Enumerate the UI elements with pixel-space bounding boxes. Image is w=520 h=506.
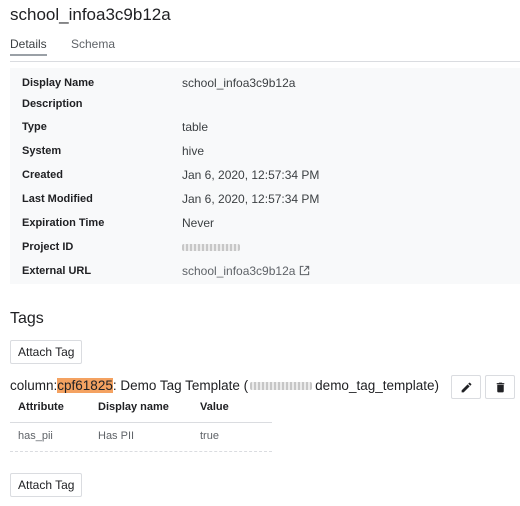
details-panel: Display Name school_infoa3c9b12a Descrip… (10, 68, 520, 284)
detail-value: Never (182, 216, 215, 230)
detail-value: table (182, 120, 209, 134)
detail-value (182, 240, 240, 254)
detail-value: Jan 6, 2020, 12:57:34 PM (182, 192, 320, 206)
detail-row-type: Type table (10, 116, 520, 140)
attach-tag-button[interactable]: Attach Tag (10, 340, 83, 364)
trash-icon (496, 382, 505, 393)
cell-display-name: Has PII (98, 430, 135, 442)
detail-label: Description (22, 98, 83, 110)
tag-column-prefix: column: (10, 378, 58, 393)
tab-details[interactable]: Details (10, 37, 47, 56)
detail-value: school_infoa3c9b12a (182, 264, 310, 278)
external-link-icon (299, 265, 310, 276)
redacted-value (182, 244, 240, 251)
detail-row-project-id: Project ID (10, 236, 520, 260)
detail-row-expiration-time: Expiration Time Never (10, 212, 520, 236)
detail-row-last-modified: Last Modified Jan 6, 2020, 12:57:34 PM (10, 188, 520, 212)
detail-value: Jan 6, 2020, 12:57:34 PM (182, 168, 320, 182)
tab-schema[interactable]: Schema (71, 37, 115, 51)
edit-tag-button[interactable] (451, 375, 481, 399)
tag-template-id: demo_tag_template) (315, 378, 439, 393)
detail-row-description: Description (10, 93, 520, 117)
table-header-row: Attribute Display name Value (10, 398, 272, 423)
detail-label: External URL (22, 265, 92, 277)
external-url-link[interactable]: school_infoa3c9b12a (182, 264, 310, 278)
cell-attribute: has_pii (18, 430, 53, 442)
detail-value: hive (182, 144, 205, 158)
column-header-attribute: Attribute (18, 401, 64, 413)
attach-tag-button[interactable]: Attach Tag (10, 473, 83, 497)
table-row: has_pii Has PII true (10, 423, 272, 452)
detail-value: school_infoa3c9b12a (182, 76, 296, 90)
detail-label: Last Modified (22, 193, 93, 205)
delete-tag-button[interactable] (485, 375, 515, 399)
column-header-value: Value (200, 401, 229, 413)
redacted-project-id (250, 382, 313, 391)
detail-row-external-url: External URL school_infoa3c9b12a (10, 260, 520, 284)
detail-label: Created (22, 169, 63, 181)
tag-title: column:cpf61825: Demo Tag Template ( demo… (10, 378, 439, 393)
page-title: school_infoa3c9b12a (10, 5, 171, 24)
detail-label: Project ID (22, 241, 74, 253)
tag-column-name: cpf61825 (57, 378, 113, 393)
external-url-text: school_infoa3c9b12a (182, 264, 296, 278)
tag-template-label: : Demo Tag Template ( (112, 378, 249, 393)
detail-label: System (22, 145, 62, 157)
detail-row-created: Created Jan 6, 2020, 12:57:34 PM (10, 164, 520, 188)
detail-label: Type (22, 121, 47, 133)
detail-label: Display Name (22, 77, 95, 89)
pencil-icon (461, 382, 472, 393)
detail-row-system: System hive (10, 140, 520, 164)
detail-label: Expiration Time (22, 217, 105, 229)
tags-heading: Tags (10, 310, 44, 327)
column-header-display-name: Display name (98, 401, 169, 413)
cell-value: true (200, 430, 219, 442)
tab-bar: Details Schema (10, 37, 520, 62)
